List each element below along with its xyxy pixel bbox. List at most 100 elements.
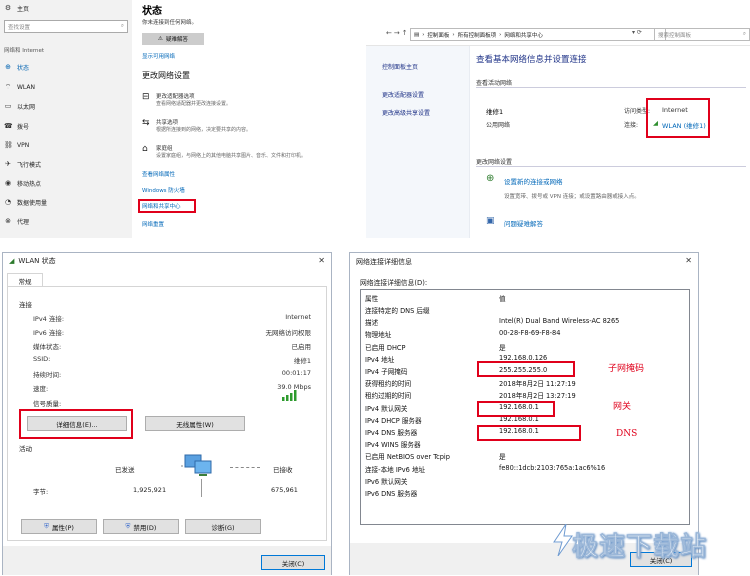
settings-sidebar: ⚙ 主页 查找设置 ⌕ 网络和 Internet ⊕ 状态 ⌔ WLAN ▭ 以… — [0, 0, 132, 238]
sharing-options-link[interactable]: 共享选项 — [156, 118, 178, 126]
row-value: Intel(R) Dual Band Wireless-AC 8265 — [499, 317, 620, 326]
nsc-left-pane: 控制面板主页 更改适配器设置 更改高级共享设置 — [366, 46, 470, 238]
table-row[interactable]: 描述 Intel(R) Dual Band Wireless-AC 8265 — [365, 317, 687, 329]
row-value: fe80::1dcb:2103:765a:1ac6%16 — [499, 463, 606, 472]
activity-group-label: 活动 — [19, 445, 32, 453]
close-icon[interactable]: ✕ — [318, 256, 325, 265]
details-list-label: 网络连接详细信息(D): — [360, 279, 428, 287]
details-button[interactable]: 详细信息(E)... — [27, 416, 127, 431]
table-row[interactable]: 获得租约的时间 2018年8月2日 11:27:19 — [365, 378, 687, 390]
row-property: IPv6 默认网关 — [365, 477, 408, 486]
row-value — [499, 305, 687, 317]
table-row[interactable]: IPv6 DNS 服务器 — [365, 488, 687, 500]
table-row[interactable]: IPv6 默认网关 — [365, 476, 687, 488]
share-icon: ⇆ — [142, 118, 150, 128]
table-row[interactable]: 连接特定的 DNS 后缀 — [365, 305, 687, 317]
globe-icon: ⊕ — [5, 63, 11, 71]
settings-search-input[interactable]: 查找设置 ⌕ — [4, 20, 128, 33]
table-header: 属性值 — [365, 295, 506, 303]
adapter-icon: ⊟ — [142, 92, 150, 102]
troubleshoot-button[interactable]: ⚠ 疑难解答 — [142, 33, 204, 45]
sidebar-item-home[interactable]: ⚙ 主页 — [4, 2, 29, 14]
divider — [476, 166, 746, 167]
sidebar-item-status[interactable]: ⊕ 状态 — [4, 61, 29, 73]
wlan-connection-link[interactable]: WLAN (维修1) — [662, 120, 706, 130]
tab-general[interactable]: 常规 — [7, 273, 43, 287]
row-value: 2018年8月2日 11:27:19 — [499, 380, 576, 389]
wireless-properties-button[interactable]: 无线属性(W) — [145, 416, 245, 431]
proxy-icon: ⊗ — [5, 217, 11, 225]
show-networks-link[interactable]: 显示可用网络 — [142, 52, 175, 60]
close-icon[interactable]: ✕ — [685, 256, 692, 265]
sidebar-item-wlan[interactable]: ⌔ WLAN — [4, 81, 35, 93]
bytes-sent: 1,925,921 — [133, 486, 167, 494]
connection-label: 连接: — [624, 122, 639, 129]
adapter-options-desc: 查看网络适配器并更改连接设置。 — [156, 101, 232, 107]
signal-label: 信号质量: — [33, 400, 62, 408]
table-row[interactable]: 已启用 DHCP 是 — [365, 342, 687, 354]
windows-firewall-link[interactable]: Windows 防火墙 — [142, 186, 185, 194]
highlight-box — [477, 361, 575, 377]
vpn-icon: ⛓ — [4, 141, 13, 149]
signal-bars-icon — [281, 389, 299, 401]
status-text: 你未连接到任何网络。 — [142, 20, 198, 26]
sidebar-item-hotspot[interactable]: ◉ 移动热点 — [4, 177, 41, 189]
network-reset-link[interactable]: 网络重置 — [142, 220, 164, 228]
sharing-center-link[interactable]: 网络和共享中心 — [142, 202, 181, 210]
adapter-settings-link[interactable]: 更改适配器设置 — [382, 90, 424, 99]
row-property: 已启用 NetBIOS over Tcpip — [365, 453, 450, 462]
annotation-gateway: 网关 — [613, 402, 632, 412]
table-row[interactable]: 连接-本地 IPv6 地址 fe80::1dcb:2103:765a:1ac6%1… — [365, 464, 687, 476]
homegroup-link[interactable]: 家庭组 — [156, 144, 173, 152]
control-panel-home-link[interactable]: 控制面板主页 — [382, 62, 418, 71]
highlight-box — [646, 98, 710, 138]
search-icon: ⌕ — [742, 31, 746, 37]
chevron-right-icon: › — [452, 31, 455, 38]
sidebar-item-ethernet[interactable]: ▭ 以太网 — [4, 100, 35, 112]
disable-button[interactable]: ⛨ 禁用(D) — [103, 519, 179, 534]
diagnose-button[interactable]: 诊断(G) — [185, 519, 261, 534]
watermark-text: 极速下载站 — [572, 532, 708, 563]
divider — [476, 87, 746, 88]
setup-connection-link[interactable]: 设置新的连接或网络 — [504, 176, 563, 186]
access-type-value: Internet — [662, 106, 688, 114]
info-row: IPv6 连接: 无网络访问权限 — [33, 329, 311, 337]
table-row[interactable]: 物理地址 00-28-F8-69-F8-84 — [365, 329, 687, 341]
forward-arrow-icon[interactable]: → — [394, 29, 402, 37]
sidebar-item-data-usage[interactable]: ◔ 数据使用量 — [4, 196, 47, 208]
address-dropdown-icon[interactable]: ▾ ⟳ — [632, 29, 642, 36]
wifi-signal-icon: ◢ — [653, 119, 658, 127]
address-input[interactable]: ▤ › 控制面板 › 所有控制面板项 › 网络和共享中心 — [410, 28, 666, 41]
close-button[interactable]: 关闭(C) — [261, 555, 325, 570]
gear-icon: ⚙ — [4, 4, 12, 12]
homegroup-desc: 设置家庭组，与网络上的其他电脑共享图片、音乐、文件和打印机。 — [156, 153, 307, 159]
chevron-right-icon: › — [499, 31, 502, 38]
setup-connection-desc: 设置宽带、拨号或 VPN 连接；或设置路由器或接入点。 — [504, 194, 640, 200]
dash-line — [230, 467, 260, 468]
row-property: 已启用 DHCP — [365, 343, 406, 352]
hotspot-icon: ◉ — [4, 179, 12, 187]
phone-icon: ☎ — [4, 122, 13, 130]
new-connection-icon: ⊕ — [486, 173, 495, 184]
troubleshoot-link[interactable]: 问题疑难解答 — [504, 218, 543, 228]
properties-button[interactable]: ⛨ 属性(P) — [21, 519, 97, 534]
change-network-label: 更改网络设置 — [476, 159, 513, 166]
row-value: 是 — [499, 343, 506, 352]
sidebar-item-airplane[interactable]: ✈ 飞行模式 — [4, 158, 41, 170]
network-properties-link[interactable]: 查看网络属性 — [142, 170, 175, 178]
sidebar-item-proxy[interactable]: ⊗ 代理 — [4, 215, 29, 227]
adapter-options-link[interactable]: 更改适配器选项 — [156, 92, 195, 100]
page-title: 状态 — [142, 6, 162, 17]
network-computers-icon — [149, 453, 219, 479]
up-arrow-icon[interactable]: ↑ — [402, 29, 410, 37]
change-settings-heading: 更改网络设置 — [142, 71, 190, 80]
sidebar-item-dialup[interactable]: ☎ 拨号 — [4, 120, 29, 132]
annotation-subnet: 子网掩码 — [608, 364, 645, 374]
back-arrow-icon[interactable]: ← — [386, 29, 394, 37]
control-panel-search-input[interactable]: 搜索控制面板 ⌕ — [654, 28, 750, 41]
table-row[interactable]: 已启用 NetBIOS over Tcpip 是 — [365, 451, 687, 463]
advanced-sharing-link[interactable]: 更改高级共享设置 — [382, 108, 430, 117]
address-bar: ←→↑ ▤ › 控制面板 › 所有控制面板项 › 网络和共享中心 ▾ ⟳ 搜索控… — [366, 22, 750, 46]
sharing-center-window: ←→↑ ▤ › 控制面板 › 所有控制面板项 › 网络和共享中心 ▾ ⟳ 搜索控… — [366, 22, 750, 238]
sidebar-item-vpn[interactable]: ⛓ VPN — [4, 139, 29, 151]
